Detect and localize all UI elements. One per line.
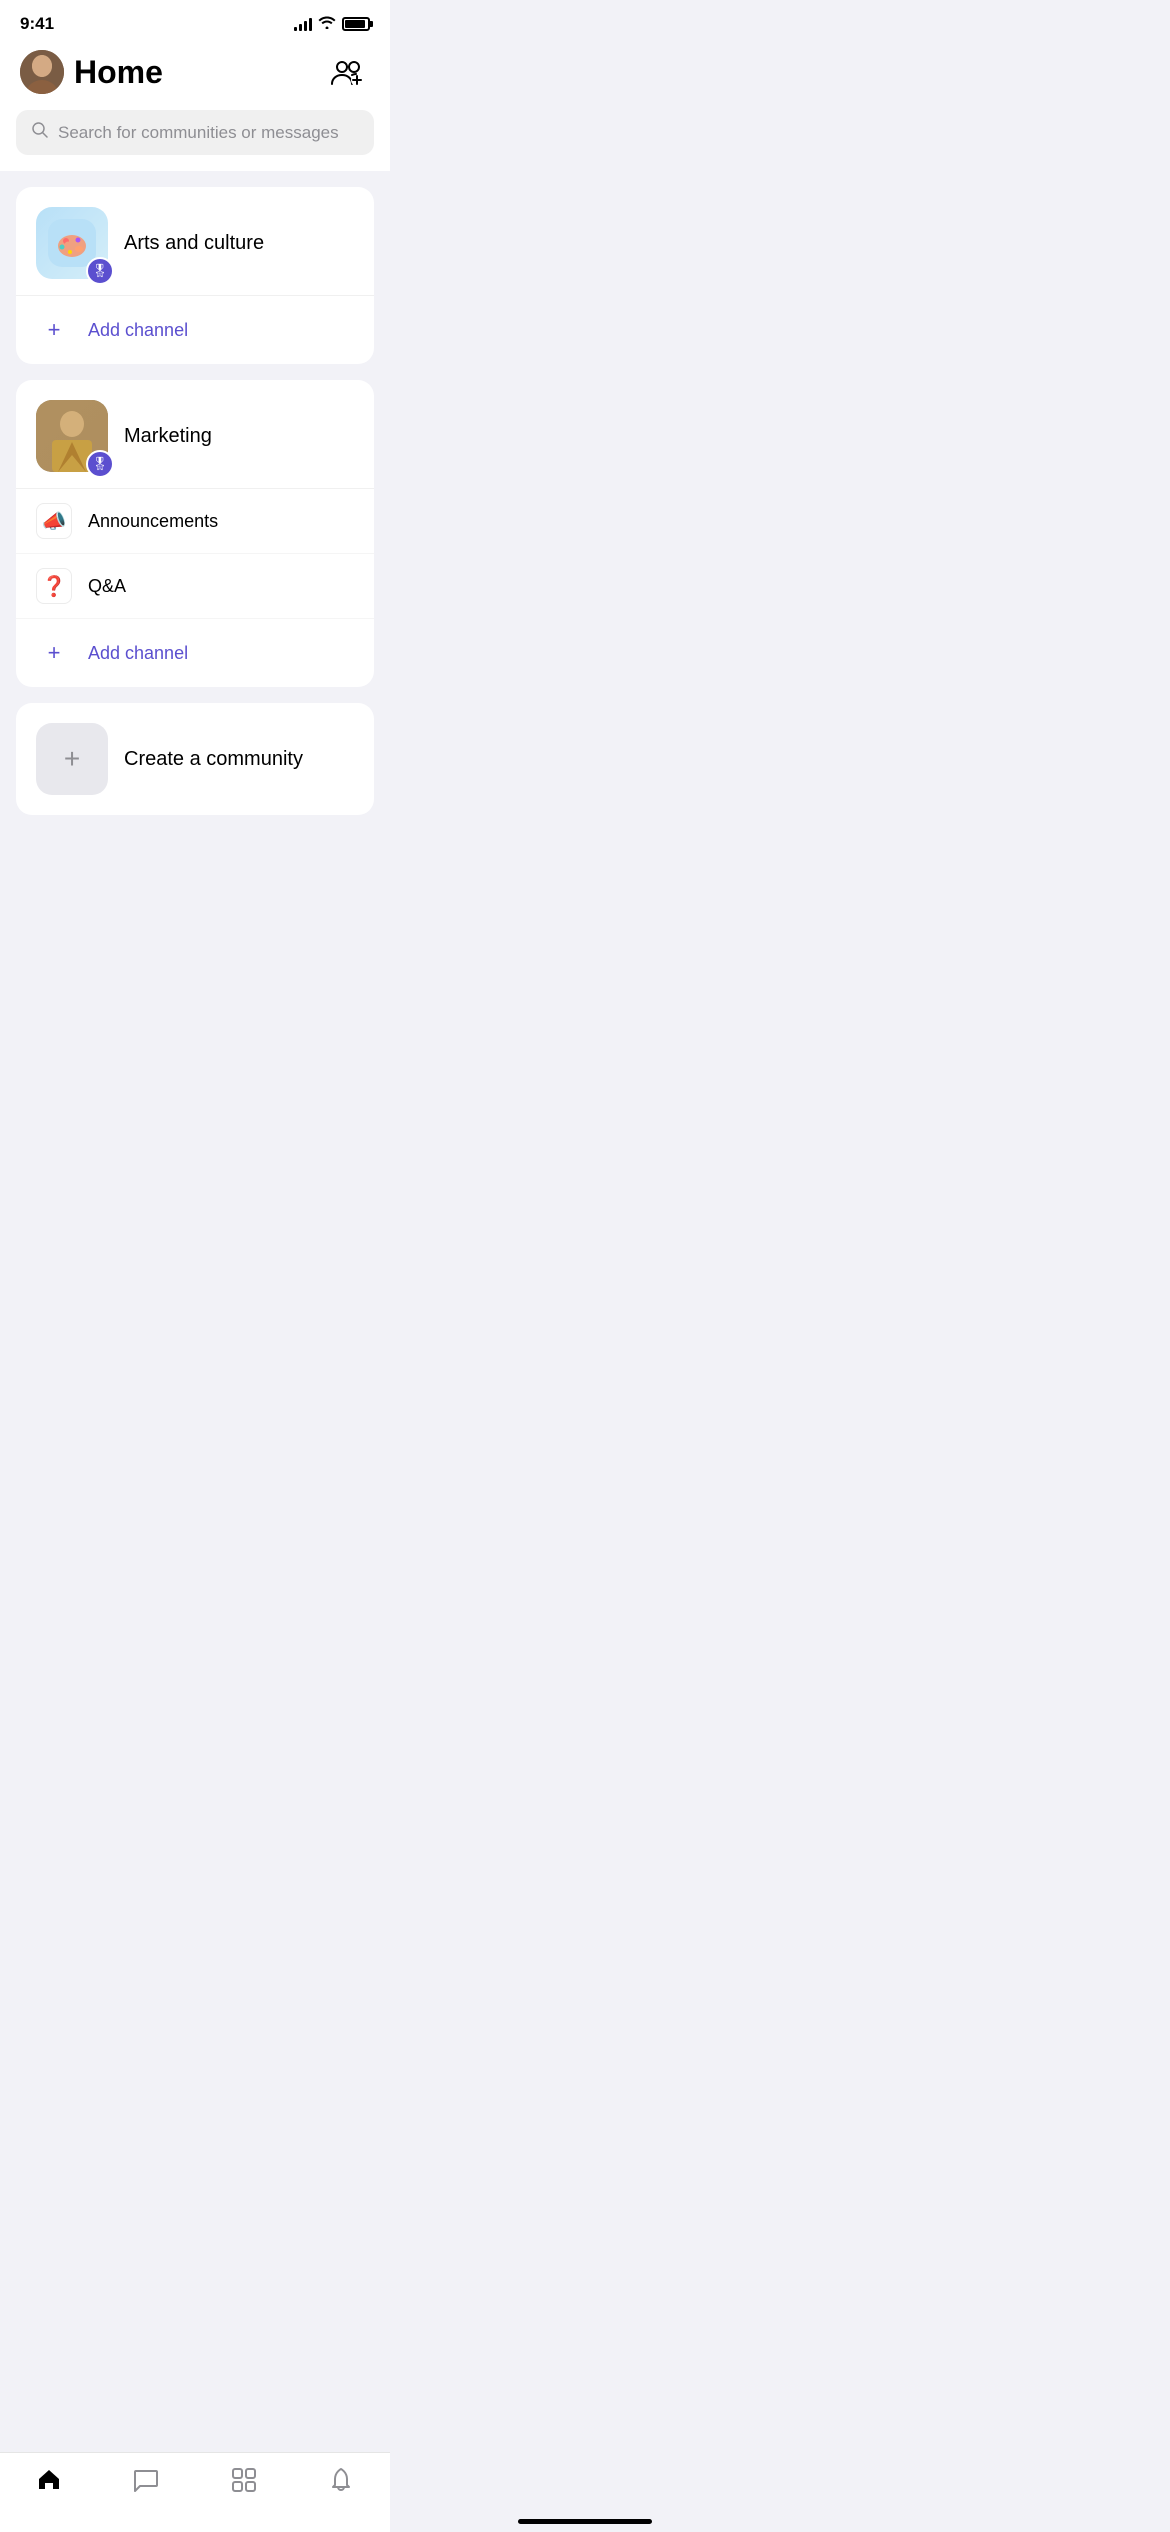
signal-icon: [294, 17, 312, 31]
marketing-badge: 🎖: [86, 450, 114, 478]
messages-icon: [133, 2467, 159, 2500]
qna-channel-row[interactable]: ❓ Q&A: [16, 554, 374, 619]
status-bar: 9:41: [0, 0, 390, 42]
home-icon: [36, 2467, 62, 2500]
arts-community-card: 🎖 Arts and culture + Add channel: [16, 187, 374, 364]
search-container: Search for communities or messages: [0, 110, 390, 171]
nav-messages[interactable]: [113, 2463, 179, 2504]
wifi-icon: [318, 15, 336, 34]
qna-channel-name: Q&A: [88, 576, 126, 597]
add-community-button[interactable]: [326, 50, 370, 94]
home-indicator: [518, 2519, 652, 2524]
marketing-add-channel-row[interactable]: + Add channel: [16, 619, 374, 687]
grid-icon: [231, 2467, 257, 2500]
announcements-icon: 📣: [36, 503, 72, 539]
arts-add-channel-label: Add channel: [88, 320, 188, 341]
marketing-badge-ribbon-icon: 🎖: [92, 456, 109, 472]
search-bar[interactable]: Search for communities or messages: [16, 110, 374, 155]
battery-icon: [342, 17, 370, 31]
arts-add-channel-row[interactable]: + Add channel: [16, 296, 374, 364]
announcements-channel-row[interactable]: 📣 Announcements: [16, 489, 374, 554]
search-placeholder: Search for communities or messages: [58, 123, 339, 143]
badge-ribbon-icon: 🎖: [92, 263, 109, 279]
arts-community-header[interactable]: 🎖 Arts and culture: [16, 187, 374, 296]
status-time: 9:41: [20, 14, 54, 34]
page-header: Home: [0, 42, 390, 110]
bell-icon: [328, 2467, 354, 2500]
nav-home[interactable]: [16, 2463, 82, 2504]
create-community-card[interactable]: + Create a community: [16, 703, 374, 815]
page-title: Home: [74, 54, 163, 91]
announcements-channel-name: Announcements: [88, 511, 218, 532]
arts-icon-wrap: 🎖: [36, 207, 108, 279]
qna-icon: ❓: [36, 568, 72, 604]
arts-add-icon: +: [36, 312, 72, 348]
marketing-add-icon: +: [36, 635, 72, 671]
content-area: 🎖 Arts and culture + Add channel: [0, 171, 390, 815]
marketing-icon-wrap: 🎖: [36, 400, 108, 472]
marketing-community-header[interactable]: 🎖 Marketing: [16, 380, 374, 489]
status-icons: [294, 15, 370, 34]
arts-community-name: Arts and culture: [124, 232, 264, 255]
create-community-icon: +: [36, 723, 108, 795]
search-icon: [32, 122, 48, 143]
arts-badge: 🎖: [86, 257, 114, 285]
create-community-label: Create a community: [124, 748, 303, 771]
nav-notifications[interactable]: [308, 2463, 374, 2504]
header-left: Home: [20, 50, 163, 94]
nav-communities[interactable]: [211, 2463, 277, 2504]
marketing-community-card: 🎖 Marketing 📣 Announcements ❓ Q&A + Add …: [16, 380, 374, 687]
marketing-add-channel-label: Add channel: [88, 643, 188, 664]
avatar[interactable]: [20, 50, 64, 94]
bottom-nav: [0, 2452, 390, 2532]
marketing-community-name: Marketing: [124, 425, 212, 448]
